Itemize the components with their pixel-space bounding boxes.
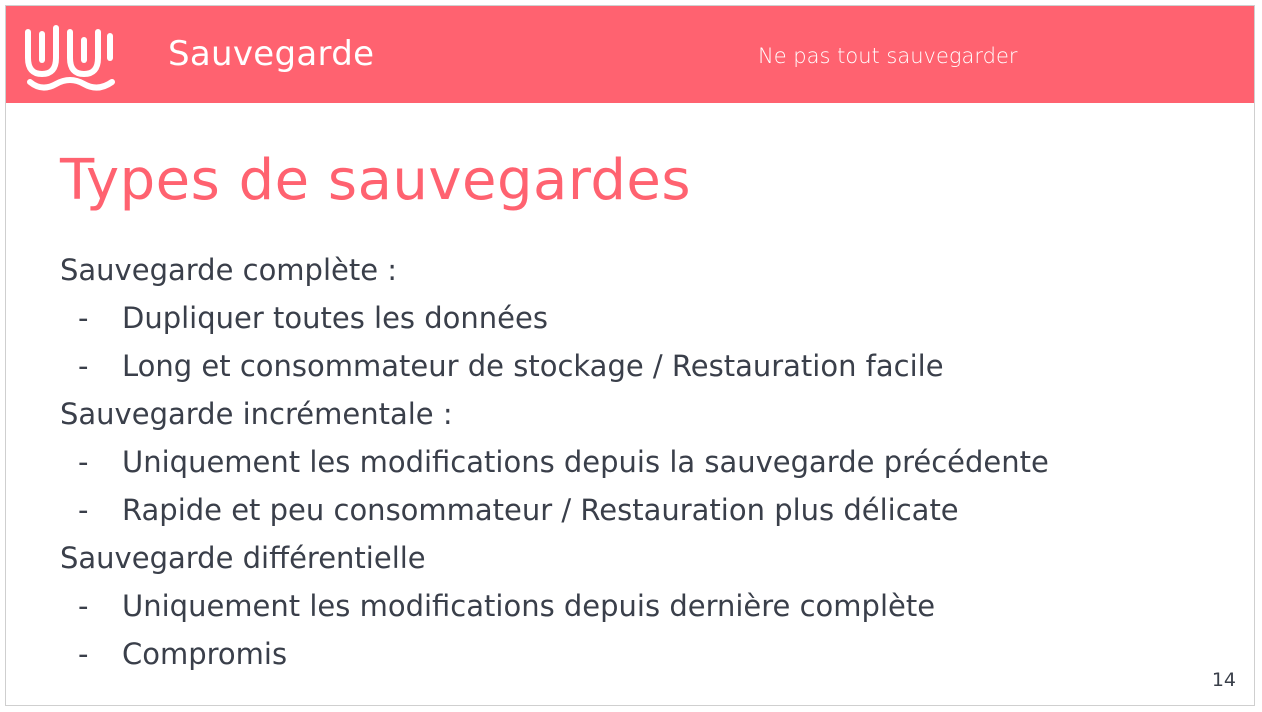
bullet-item: - Uniquement les modifications depuis de…: [60, 582, 1240, 630]
bullet-dash: -: [78, 589, 89, 623]
bullet-dash: -: [78, 637, 89, 671]
bullet-text: Rapide et peu consommateur / Restauratio…: [122, 493, 959, 527]
bullet-text: Uniquement les modifications depuis dern…: [122, 589, 936, 623]
slide-content: Sauvegarde complète : - Dupliquer toutes…: [60, 246, 1240, 678]
header-subtitle: Ne pas tout sauvegarder: [758, 44, 1018, 68]
bullet-dash: -: [78, 445, 89, 479]
header-title: Sauvegarde: [168, 34, 375, 74]
bullet-item: - Long et consommateur de stockage / Res…: [60, 342, 1240, 390]
page-number: 14: [1211, 669, 1236, 691]
bullet-text: Uniquement les modifications depuis la s…: [122, 445, 1049, 479]
bullet-text: Compromis: [122, 637, 288, 671]
bullet-text: Long et consommateur de stockage / Resta…: [122, 349, 944, 383]
bullet-dash: -: [78, 493, 89, 527]
slide: Sauvegarde Ne pas tout sauvegarder Types…: [5, 5, 1255, 706]
section-label: Sauvegarde différentielle: [60, 541, 426, 575]
bullet-item: - Compromis: [60, 630, 1240, 678]
bullet-item: - Dupliquer toutes les données: [60, 294, 1240, 342]
bullet-dash: -: [78, 349, 89, 383]
bullet-item: - Uniquement les modifications depuis la…: [60, 438, 1240, 486]
wave-logo-icon: [25, 25, 115, 91]
slide-title: Types de sauvegardes: [60, 148, 692, 213]
bullet-item: - Rapide et peu consommateur / Restaurat…: [60, 486, 1240, 534]
bullet-text: Dupliquer toutes les données: [122, 301, 548, 335]
section-label: Sauvegarde complète :: [60, 253, 398, 287]
section-label: Sauvegarde incrémentale :: [60, 397, 453, 431]
slide-header: Sauvegarde Ne pas tout sauvegarder: [6, 6, 1254, 103]
bullet-dash: -: [78, 301, 89, 335]
